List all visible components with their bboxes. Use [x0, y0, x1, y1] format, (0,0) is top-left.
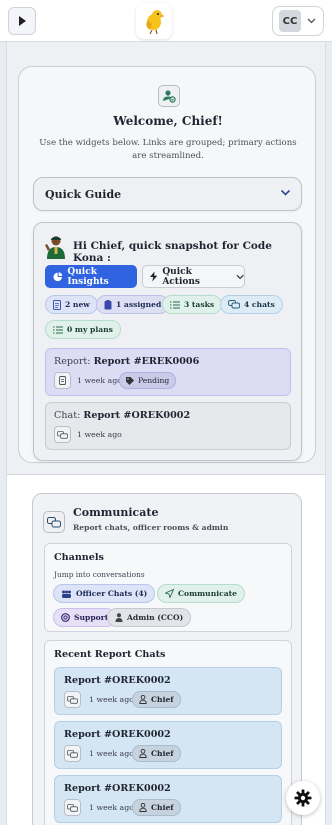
chats-count: 4 chats — [244, 300, 275, 309]
new-reports-pill[interactable]: 2 new — [45, 295, 98, 314]
tasks-count: 3 tasks — [184, 300, 215, 309]
channels-title: Channels — [54, 552, 104, 563]
chat-card-value: Report #OREK0002 — [83, 410, 191, 421]
assigned-pill[interactable]: 1 assigned — [96, 295, 170, 314]
chevron-down-icon — [280, 189, 291, 196]
officer-avatar-icon — [45, 236, 65, 259]
recent-chat-time: 1 week ago — [89, 749, 134, 758]
chat-bubbles-icon — [43, 511, 65, 533]
chat-bubbles-icon — [64, 745, 81, 762]
user-icon — [115, 613, 123, 622]
recent-chat-time: 1 week ago — [89, 695, 134, 704]
send-icon — [165, 589, 174, 598]
my-plans-count: 0 my plans — [67, 325, 113, 334]
recent-chat-title: Report #OREK0002 — [64, 675, 171, 686]
user-avatar: CC — [279, 10, 301, 32]
report-card-key: Report: — [54, 356, 91, 367]
clipboard-icon — [104, 299, 112, 309]
role-badge-label: Chief — [151, 803, 174, 812]
latest-chat-card[interactable]: Chat: Report #OREK0002 1 week ago — [45, 402, 291, 450]
pie-chart-icon — [53, 271, 63, 281]
recent-chat-item[interactable]: Report #OREK0002 1 week ago Chief — [54, 775, 282, 823]
lifebuoy-icon — [61, 613, 70, 622]
chat-bubbles-icon — [228, 300, 240, 309]
document-icon — [53, 299, 61, 310]
sidebar-toggle-button[interactable] — [8, 7, 36, 35]
communicate-link[interactable]: Communicate — [157, 584, 245, 603]
channels-subtitle: Jump into conversations — [54, 570, 145, 579]
welcome-title: Welcome, Chief! — [113, 114, 223, 128]
user-icon — [139, 695, 147, 704]
recent-chat-title: Report #OREK0002 — [64, 729, 171, 740]
communicate-subtitle: Report chats, officer rooms & admin — [73, 523, 229, 532]
quick-guide-label: Quick Guide — [45, 188, 122, 201]
recent-chat-item[interactable]: Report #OREK0002 1 week ago Chief — [54, 667, 282, 715]
canary-bird-icon — [146, 10, 165, 34]
support-label: Support — [74, 613, 109, 622]
quick-guide-accordion[interactable]: Quick Guide — [33, 177, 302, 211]
channels-card: Channels Jump into conversations Officer… — [44, 543, 292, 632]
lightning-bolt-icon — [150, 271, 158, 282]
recent-chat-item[interactable]: Report #OREK0002 1 week ago Chief — [54, 721, 282, 769]
report-card-value: Report #EREK0006 — [93, 356, 200, 367]
latest-report-card[interactable]: Report: Report #EREK0006 1 week ago Pend… — [45, 348, 291, 396]
user-check-icon — [158, 85, 180, 107]
snapshot-title: Hi Chief, quick snapshot for Code Kona : — [73, 240, 272, 264]
snapshot-card: Hi Chief, quick snapshot for Code Kona :… — [33, 222, 302, 461]
user-icon — [139, 803, 147, 812]
role-badge: Chief — [132, 799, 181, 816]
quick-actions-label: Quick Actions — [162, 266, 200, 287]
role-badge: Chief — [132, 745, 181, 762]
quick-actions-button[interactable]: Quick Actions — [142, 265, 245, 288]
role-badge: Chief — [132, 691, 181, 708]
communicate-title: Communicate — [73, 506, 159, 519]
recent-chat-title: Report #OREK0002 — [64, 783, 171, 794]
welcome-subtitle: Use the widgets below. Links are grouped… — [39, 138, 297, 161]
communicate-link-label: Communicate — [178, 589, 237, 598]
users-icon — [62, 590, 71, 598]
list-icon — [170, 300, 180, 309]
role-badge-label: Chief — [151, 695, 174, 704]
my-plans-pill[interactable]: 0 my plans — [45, 320, 121, 339]
chat-card-key: Chat: — [54, 410, 81, 421]
chat-card-title: Chat: Report #OREK0002 — [54, 410, 190, 421]
chevron-down-icon — [236, 274, 244, 279]
recent-chats-title: Recent Report Chats — [54, 649, 166, 660]
quick-insights-button[interactable]: Quick Insights — [45, 265, 137, 288]
role-badge-label: Chief — [151, 749, 174, 758]
play-triangle-icon — [19, 16, 26, 26]
status-badge-label: Pending — [138, 376, 170, 385]
admin-link[interactable]: Admin (CCO) — [107, 608, 192, 627]
top-bar: CC — [0, 0, 332, 42]
report-card-time: 1 week ago — [77, 376, 122, 385]
recent-report-chats-card: Recent Report Chats Report #OREK0002 1 w… — [44, 640, 292, 825]
quick-insights-label: Quick Insights — [67, 266, 109, 287]
assigned-count: 1 assigned — [116, 300, 162, 309]
chat-card-time: 1 week ago — [77, 430, 122, 439]
tasks-pill[interactable]: 3 tasks — [162, 295, 223, 314]
report-card-title: Report: Report #EREK0006 — [54, 356, 199, 367]
communicate-panel: Communicate Report chats, officer rooms … — [32, 493, 302, 825]
officer-chats-link[interactable]: Officer Chats (4) — [53, 584, 156, 603]
user-icon — [139, 749, 147, 758]
chats-pill[interactable]: 4 chats — [220, 295, 283, 314]
recent-chat-time: 1 week ago — [89, 803, 134, 812]
officer-chats-label: Officer Chats (4) — [76, 589, 148, 598]
user-menu-button[interactable]: CC — [272, 6, 324, 36]
chevron-down-icon — [307, 18, 316, 24]
chat-bubbles-icon — [54, 426, 71, 443]
welcome-panel: Welcome, Chief! Use the widgets below. L… — [18, 66, 316, 463]
chat-bubbles-icon — [64, 691, 81, 708]
new-reports-count: 2 new — [65, 300, 90, 309]
list-icon — [53, 325, 63, 334]
app-logo[interactable] — [136, 3, 172, 39]
admin-label: Admin (CCO) — [127, 613, 184, 622]
settings-button[interactable] — [286, 781, 320, 815]
document-icon — [54, 372, 71, 389]
main-content: Welcome, Chief! Use the widgets below. L… — [6, 42, 326, 825]
status-badge: Pending — [119, 372, 177, 389]
tag-icon — [126, 376, 134, 385]
chat-bubbles-icon — [64, 799, 81, 816]
gear-icon — [294, 789, 312, 807]
